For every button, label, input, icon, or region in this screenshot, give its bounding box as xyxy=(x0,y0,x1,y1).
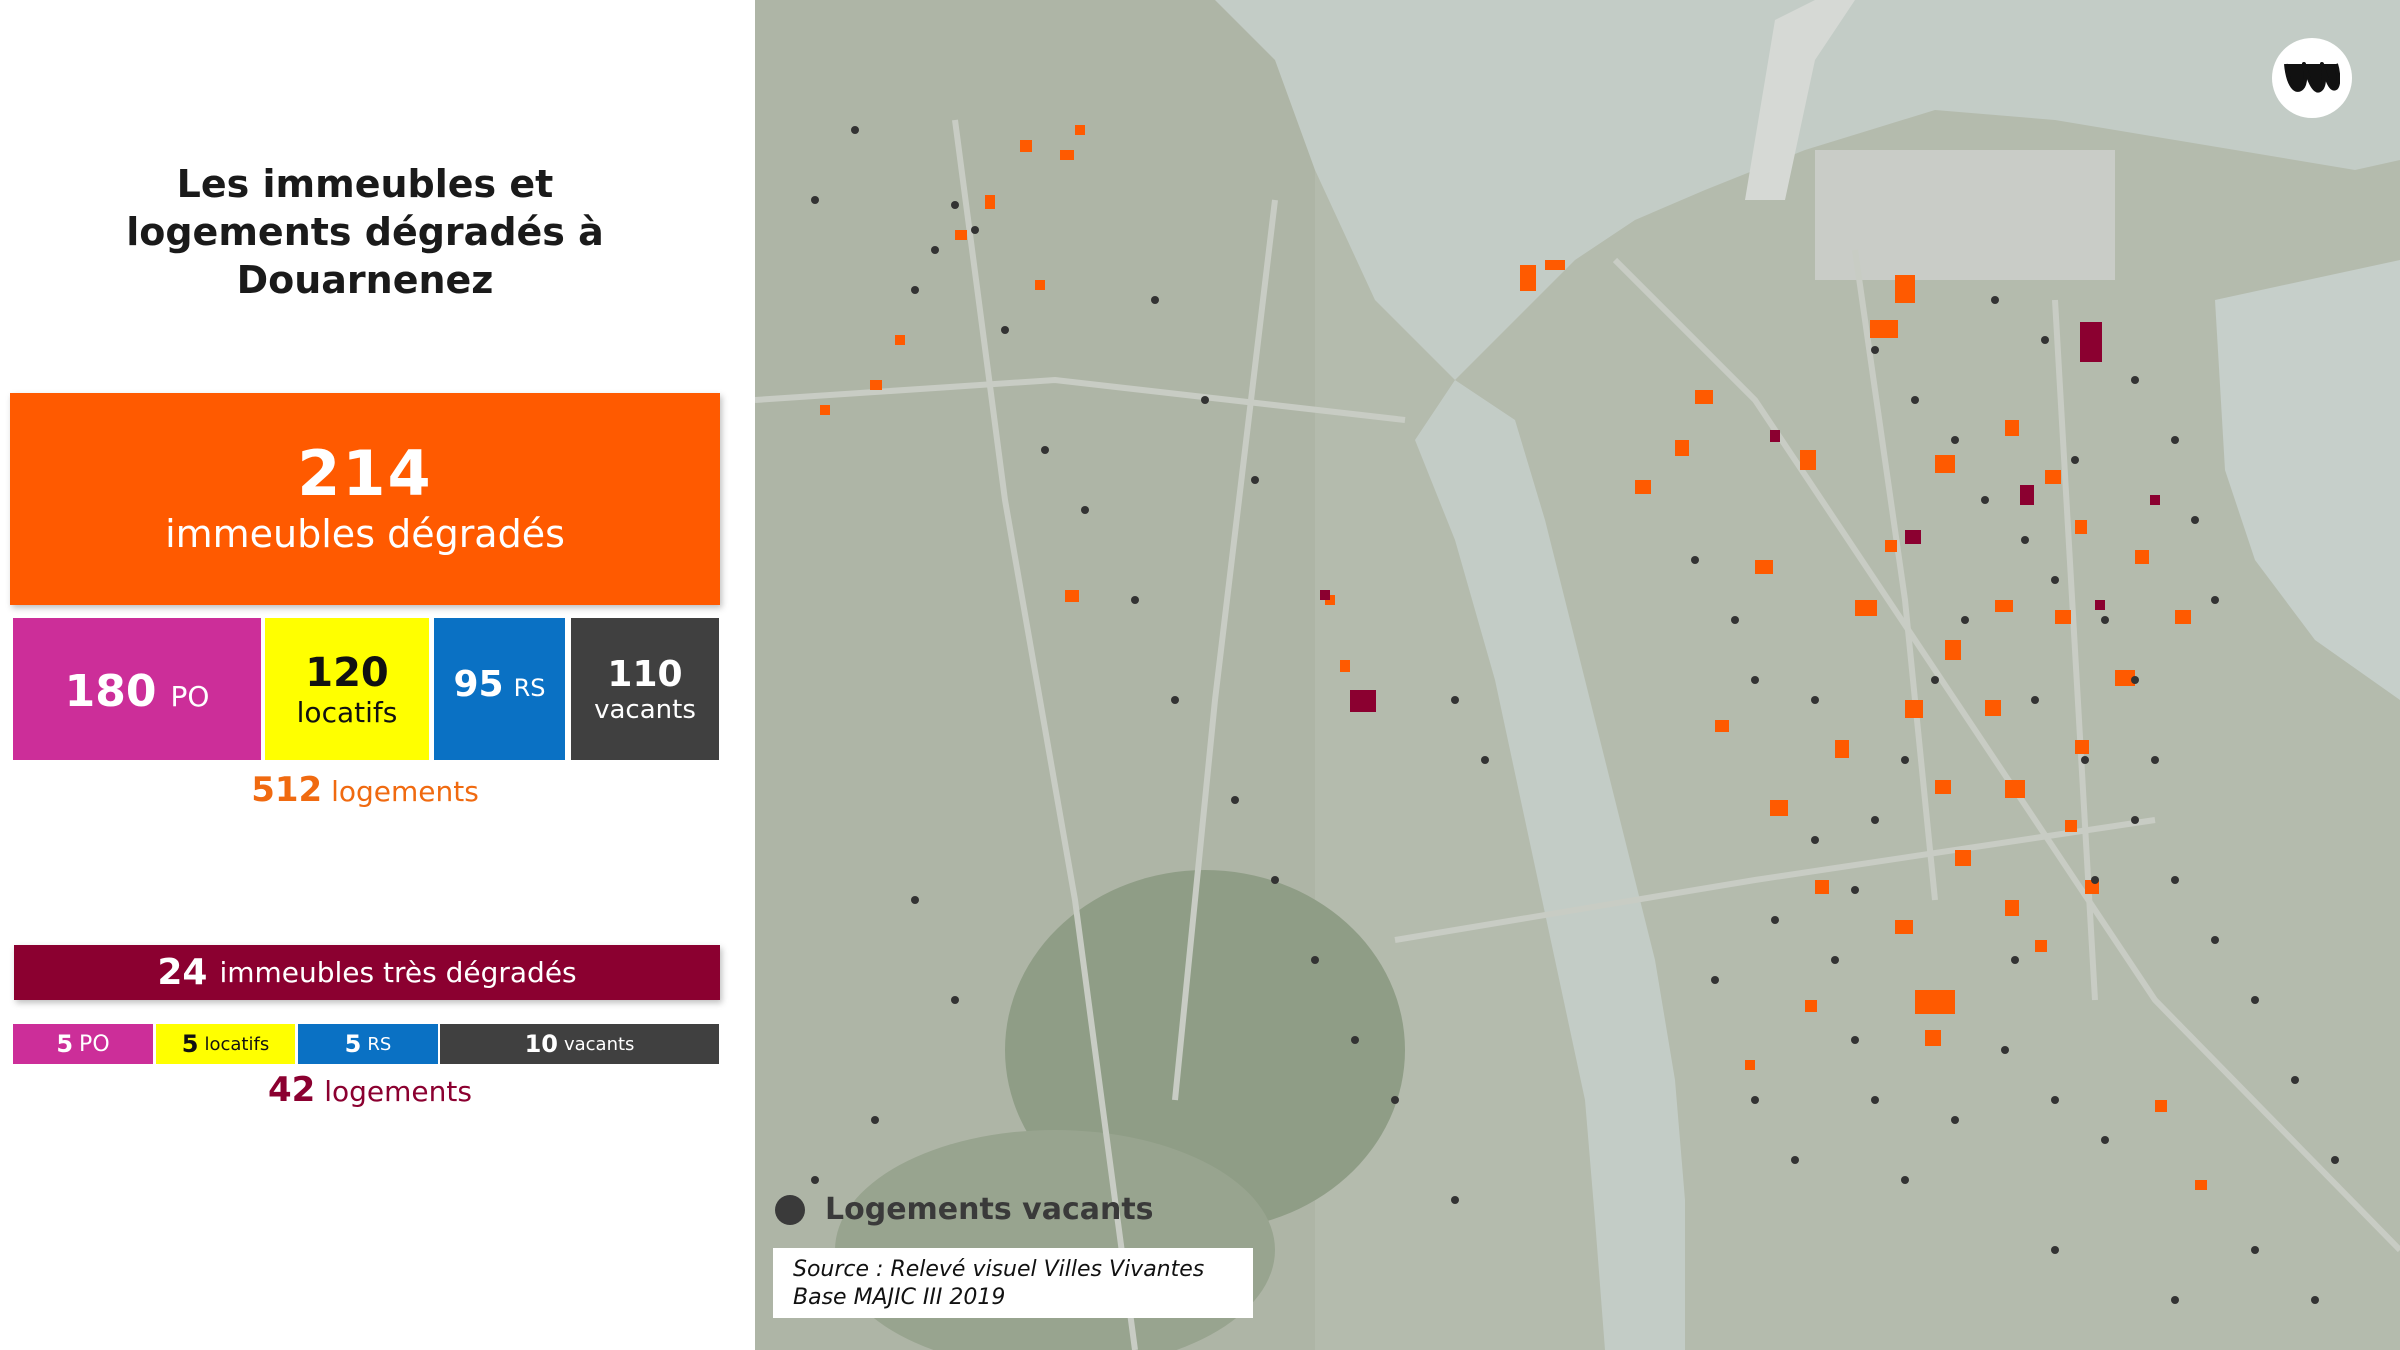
very-degraded-count: 24 xyxy=(157,952,208,993)
breakdown-locatifs-label: locatifs xyxy=(296,695,398,729)
villes-vivantes-logo-icon xyxy=(2272,38,2352,118)
breakdown-vacants-label: vacants xyxy=(594,694,696,725)
breakdown-vacants-num: 110 xyxy=(607,653,683,695)
map-legend: Logements vacants xyxy=(775,1192,1154,1227)
info-panel: Les immeubles et logements dégradés à Do… xyxy=(0,0,755,1350)
degraded-logements-total: 512 logements xyxy=(0,770,730,810)
breakdown-po-label: PO xyxy=(170,680,210,713)
breakdown-locatifs-num: 120 xyxy=(305,649,389,696)
source-line-1: Source : Relevé visuel Villes Vivantes xyxy=(793,1257,1205,1282)
vd-breakdown-rs: 5 RS xyxy=(298,1024,438,1064)
vd-breakdown-po-label: PO xyxy=(79,1031,110,1057)
very-degraded-logements-total: 42 logements xyxy=(0,1070,740,1110)
breakdown-po: 180 PO xyxy=(13,618,261,760)
vd-breakdown-vacants: 10 vacants xyxy=(440,1024,719,1064)
map-markers xyxy=(811,125,2339,1304)
source-box: Source : Relevé visuel Villes Vivantes B… xyxy=(773,1248,1253,1318)
vd-breakdown-po: 5 PO xyxy=(13,1024,153,1064)
very-degraded-box: 24 immeubles très dégradés xyxy=(14,945,720,1000)
aerial-map[interactable]: Logements vacants Source : Relevé visuel… xyxy=(755,0,2400,1350)
very-degraded-logements-label: logements xyxy=(324,1075,472,1108)
legend-vacant-label: Logements vacants xyxy=(825,1192,1154,1227)
degraded-logements-label: logements xyxy=(331,775,479,808)
logo-glyph xyxy=(2284,62,2340,93)
degraded-buildings-box: 214 immeubles dégradés xyxy=(10,393,720,605)
degraded-buildings-label: immeubles dégradés xyxy=(165,512,565,556)
vacant-dot-icon xyxy=(775,1194,805,1225)
degraded-building-markers xyxy=(820,125,2207,1190)
vd-breakdown-locatifs-num: 5 xyxy=(181,1030,199,1058)
vd-breakdown-vacants-label: vacants xyxy=(563,1033,635,1055)
very-degraded-label: immeubles très dégradés xyxy=(219,956,577,989)
very-degraded-logements-num: 42 xyxy=(268,1070,316,1110)
vd-breakdown-po-num: 5 xyxy=(56,1030,74,1058)
degraded-logements-num: 512 xyxy=(251,770,323,810)
breakdown-po-num: 180 xyxy=(64,666,157,717)
breakdown-locatifs: 120 locatifs xyxy=(265,618,429,760)
source-line-2: Base MAJIC III 2019 xyxy=(793,1285,1006,1310)
breakdown-rs-num: 95 xyxy=(453,664,504,705)
vd-breakdown-locatifs-label: locatifs xyxy=(204,1033,270,1055)
very-degraded-building-markers xyxy=(1320,322,2160,712)
vd-breakdown-vacants-num: 10 xyxy=(524,1030,558,1058)
breakdown-vacants: 110 vacants xyxy=(571,618,719,760)
page-title: Les immeubles et logements dégradés à Do… xyxy=(126,162,604,302)
breakdown-rs-label: RS xyxy=(513,674,546,702)
vd-breakdown-rs-num: 5 xyxy=(344,1030,362,1058)
vd-breakdown-locatifs: 5 locatifs xyxy=(156,1024,295,1064)
degraded-buildings-count: 214 xyxy=(297,437,433,510)
vd-breakdown-rs-label: RS xyxy=(367,1033,392,1055)
breakdown-rs: 95 RS xyxy=(434,618,565,760)
vacant-housing-markers xyxy=(811,126,2339,1304)
